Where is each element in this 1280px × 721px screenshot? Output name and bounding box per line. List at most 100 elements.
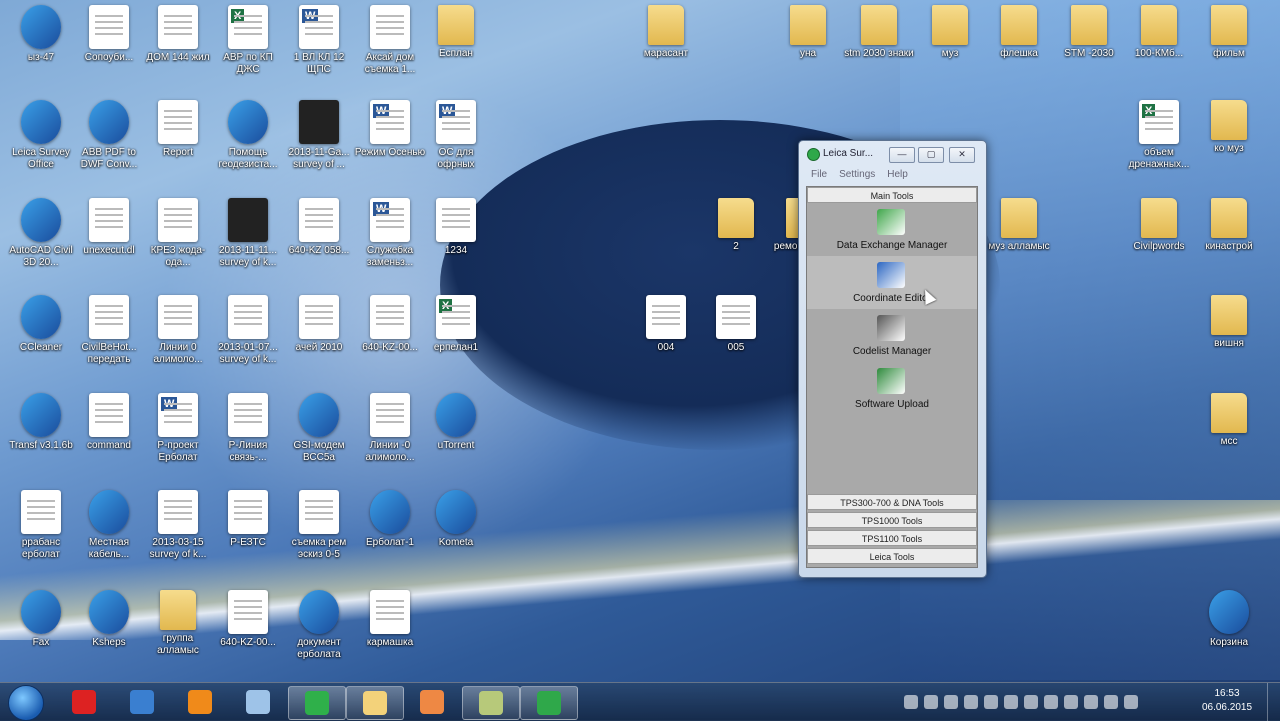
- desktop-icon[interactable]: 2013-03-15 survey of k...: [142, 490, 214, 561]
- desktop-icon[interactable]: Report: [142, 100, 214, 159]
- window-titlebar[interactable]: Leica Sur... — ▢ ✕: [799, 141, 986, 167]
- taskbar-notes-button[interactable]: [462, 686, 520, 720]
- desktop-icon[interactable]: Местная кабель...: [73, 490, 145, 561]
- desktop-icon[interactable]: 2013-01-07... survey of k...: [212, 295, 284, 366]
- desktop-icon[interactable]: объем дренажных...: [1123, 100, 1195, 171]
- tray-viber-icon[interactable]: [984, 695, 998, 709]
- section-main-tools[interactable]: Main Tools: [807, 187, 977, 203]
- taskbar-leica-survey-office-button[interactable]: [520, 686, 578, 720]
- desktop-icon[interactable]: Fax: [5, 590, 77, 649]
- desktop-icon[interactable]: муз: [914, 5, 986, 60]
- desktop-icon[interactable]: 640-KZ-00...: [212, 590, 284, 649]
- desktop-icon[interactable]: STM -2030: [1053, 5, 1125, 60]
- desktop-icon[interactable]: ыз-47: [5, 5, 77, 64]
- menu-file[interactable]: File: [811, 169, 827, 183]
- desktop-icon[interactable]: 2: [700, 198, 772, 253]
- desktop-icon[interactable]: 2013-11-11... survey of k...: [212, 198, 284, 269]
- desktop-icon[interactable]: 100-КМб...: [1123, 5, 1195, 60]
- taskbar-yandex-browser-button[interactable]: [56, 686, 112, 718]
- desktop-icon[interactable]: 005: [700, 295, 772, 354]
- desktop-icon[interactable]: ABB PDF to DWF Conv...: [73, 100, 145, 171]
- menu-help[interactable]: Help: [887, 169, 908, 183]
- desktop-icon[interactable]: кармашка: [354, 590, 426, 649]
- desktop-icon[interactable]: CivilBeHot... передать: [73, 295, 145, 366]
- tool-software-upload[interactable]: Software Upload: [807, 362, 977, 415]
- section-tps1000[interactable]: TPS1000 Tools: [807, 512, 977, 528]
- desktop-icon[interactable]: 1 ВЛ КЛ 12 ЩПС: [283, 5, 355, 76]
- desktop-icon[interactable]: 640-KZ 058...: [283, 198, 355, 257]
- desktop-icon[interactable]: ко муз: [1193, 100, 1265, 155]
- menu-settings[interactable]: Settings: [839, 169, 875, 183]
- desktop-icon[interactable]: command: [73, 393, 145, 452]
- tray-volume-icon[interactable]: [1084, 695, 1098, 709]
- desktop-icon[interactable]: ДОМ 144 жил: [142, 5, 214, 64]
- section-tps300-700-dna[interactable]: TPS300-700 & DNA Tools: [807, 494, 977, 510]
- desktop-icon[interactable]: AutoCAD Civil 3D 20...: [5, 198, 77, 269]
- desktop-icon[interactable]: Режим Осенью: [354, 100, 426, 159]
- desktop-icon[interactable]: ОС для офрных: [420, 100, 492, 171]
- tray-antivirus-icon[interactable]: [1004, 695, 1018, 709]
- desktop-icon[interactable]: Служебка заменьз...: [354, 198, 426, 269]
- desktop-icon[interactable]: Линии -0 алимоло...: [354, 393, 426, 464]
- tray-update-icon[interactable]: [1124, 695, 1138, 709]
- desktop-icon[interactable]: Kometa: [420, 490, 492, 549]
- desktop-icon[interactable]: Аксай дом съемка 1...: [354, 5, 426, 76]
- taskbar-explorer-button[interactable]: [346, 686, 404, 720]
- tray-flag-icon[interactable]: [904, 695, 918, 709]
- desktop-icon[interactable]: uTorrent: [420, 393, 492, 452]
- tray-usb-icon[interactable]: [1024, 695, 1038, 709]
- desktop-icon[interactable]: КРЕЗ жода-ода...: [142, 198, 214, 269]
- desktop-icon[interactable]: Leica Survey Office: [5, 100, 77, 171]
- tray-chrome-icon[interactable]: [964, 695, 978, 709]
- taskbar-mail-agent-button[interactable]: [288, 686, 346, 720]
- desktop-icon[interactable]: ачей 2010: [283, 295, 355, 354]
- tray-skype-icon[interactable]: [924, 695, 938, 709]
- desktop-icon[interactable]: Р-проект Ерболат: [142, 393, 214, 464]
- section-leica-tools[interactable]: Leica Tools: [807, 548, 977, 564]
- desktop-icon[interactable]: кинастрой: [1193, 198, 1265, 253]
- clock[interactable]: 16:53 06.06.2015: [1192, 687, 1262, 715]
- desktop-icon[interactable]: Ерболат-1: [354, 490, 426, 549]
- section-tps1100[interactable]: TPS1100 Tools: [807, 530, 977, 546]
- desktop-icon[interactable]: P-Линия связь-...: [212, 393, 284, 464]
- tray-power-icon[interactable]: [1044, 695, 1058, 709]
- desktop-icon[interactable]: АВР по КП ДЖС: [212, 5, 284, 76]
- desktop-icon[interactable]: Civilpwords: [1123, 198, 1195, 253]
- desktop-icon[interactable]: муз алламыс: [983, 198, 1055, 253]
- desktop-icon[interactable]: Transf v3.1.6b: [5, 393, 77, 452]
- tray-language-icon[interactable]: [1104, 695, 1118, 709]
- desktop-icon[interactable]: Есплан: [420, 5, 492, 60]
- desktop-icon[interactable]: флешка: [983, 5, 1055, 60]
- tray-wifi-icon[interactable]: [1064, 695, 1078, 709]
- desktop-icon[interactable]: группа алламыс: [142, 590, 214, 657]
- desktop-icon[interactable]: марасант: [630, 5, 702, 60]
- close-button[interactable]: ✕: [949, 147, 975, 163]
- desktop-icon[interactable]: 2013-11-Ga... survey of ...: [283, 100, 355, 171]
- desktop-icon[interactable]: stm 2030 знаки: [843, 5, 915, 60]
- desktop-icon[interactable]: Ksheps: [73, 590, 145, 649]
- desktop-icon[interactable]: ерпелан1: [420, 295, 492, 354]
- desktop-icon[interactable]: GSI-модем ВСС5а: [283, 393, 355, 464]
- tool-data-exchange-manager[interactable]: Data Exchange Manager: [807, 203, 977, 256]
- desktop-icon[interactable]: CCleaner: [5, 295, 77, 354]
- desktop-icon[interactable]: фильм: [1193, 5, 1265, 60]
- taskbar-ie-button[interactable]: [114, 686, 170, 718]
- desktop-icon[interactable]: Сопоуби...: [73, 5, 145, 64]
- taskbar-notepad-button[interactable]: [230, 686, 286, 718]
- desktop-icon[interactable]: P-ЕЗТС: [212, 490, 284, 549]
- desktop-icon[interactable]: вишня: [1193, 295, 1265, 350]
- taskbar-media-player-button[interactable]: [172, 686, 228, 718]
- desktop-icon[interactable]: документ ерболата: [283, 590, 355, 661]
- desktop-icon[interactable]: 004: [630, 295, 702, 354]
- start-button[interactable]: [8, 685, 44, 721]
- desktop-icon[interactable]: Линии 0 алимоло...: [142, 295, 214, 366]
- desktop-icon[interactable]: Корзина: [1193, 590, 1265, 649]
- desktop-icon[interactable]: ррабанс ерболат: [5, 490, 77, 561]
- show-desktop-button[interactable]: [1267, 683, 1280, 721]
- desktop-icon[interactable]: мсс: [1193, 393, 1265, 448]
- tool-codelist-manager[interactable]: Codelist Manager: [807, 309, 977, 362]
- minimize-button[interactable]: —: [889, 147, 915, 163]
- taskbar-kometa-button[interactable]: [404, 686, 460, 718]
- desktop-icon[interactable]: Помощь геодезиста...: [212, 100, 284, 171]
- desktop-icon[interactable]: съемка рем эскиз 0-5: [283, 490, 355, 561]
